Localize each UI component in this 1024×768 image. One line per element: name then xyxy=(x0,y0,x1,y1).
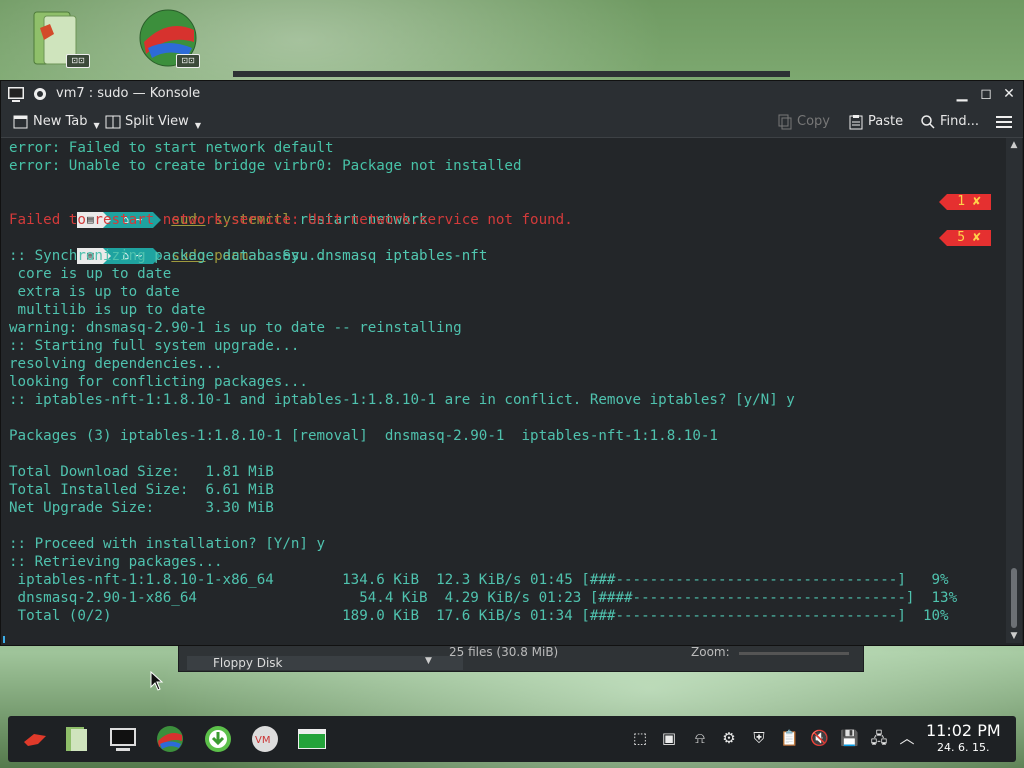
terminal-app-icon[interactable] xyxy=(7,85,25,103)
linked-badge-icon: ⊡⊡ xyxy=(176,54,200,68)
chevron-down-icon[interactable]: ▼ xyxy=(425,656,432,666)
find-button[interactable]: Find... xyxy=(920,113,979,131)
taskbar-konsole-icon[interactable] xyxy=(108,724,138,754)
volume-muted-icon[interactable]: 🔇 xyxy=(810,729,829,747)
terminal-line: resolving dependencies... xyxy=(9,356,223,372)
virtual-machine-manager-icon[interactable]: VM xyxy=(250,724,280,754)
progress-line: dnsmasq-2.90-1-x86_64 54.4 KiB 4.29 KiB/… xyxy=(9,590,958,606)
terminal-line: error: Unable to create bridge virbr0: P… xyxy=(9,158,522,174)
close-icon[interactable]: ✕ xyxy=(1000,85,1018,103)
split-view-button[interactable]: Split View ▼ xyxy=(105,113,201,131)
clock-time[interactable]: 11:02 PM xyxy=(926,721,1001,740)
new-tab-label: New Tab xyxy=(33,114,88,129)
terminal-line: Total Download Size: 1.81 MiB xyxy=(9,464,274,480)
clipboard-icon[interactable]: 📋 xyxy=(780,729,799,747)
terminal-scrollbar[interactable]: ▲ ▼ xyxy=(1006,138,1022,643)
clock-date[interactable]: 24. 6. 15. xyxy=(937,741,989,754)
terminal-line: Total Installed Size: 6.61 MiB xyxy=(9,482,274,498)
new-tab-icon xyxy=(13,115,28,129)
show-desktop-icon[interactable]: ⬚ xyxy=(631,729,649,747)
svg-text:VM: VM xyxy=(255,735,270,746)
paste-icon xyxy=(849,115,863,130)
scroll-down-icon[interactable]: ▼ xyxy=(1006,629,1022,643)
network-icon[interactable]: 🖧 xyxy=(870,729,888,747)
terminal-line: :: Retrieving packages... xyxy=(9,554,223,570)
terminal-line: :: Starting full system upgrade... xyxy=(9,338,300,354)
taskbar: VM ⬚ ▣ ⍾ ⚙ ⛨ 📋 🔇 💾 🖧 ︿ 11:02 PM 24. 6. 1… xyxy=(8,716,1016,762)
split-view-icon xyxy=(105,115,121,129)
exit-status-badge: 5 ✘ xyxy=(939,230,991,246)
progress-line: iptables-nft-1:1.8.10-1-x86_64 134.6 KiB… xyxy=(9,572,949,588)
paste-button[interactable]: Paste xyxy=(848,113,903,131)
terminal-line: warning: dnsmasq-2.90-1 is up to date --… xyxy=(9,320,462,336)
paste-label: Paste xyxy=(868,114,904,129)
terminal-line: Failed to restart network.service: Unit … xyxy=(9,212,573,228)
taskbar-file-manager-icon[interactable] xyxy=(62,724,92,754)
green-window-icon[interactable] xyxy=(297,724,327,754)
terminal-line: :: iptables-nft-1:1.8.10-1 and iptables-… xyxy=(9,392,795,408)
terminal-line: core is up to date xyxy=(9,266,172,282)
selection-marker xyxy=(3,636,5,643)
notifications-icon[interactable]: ⍾ xyxy=(691,729,709,747)
desktop-file-manager-icon[interactable]: ⊡⊡ xyxy=(28,8,90,70)
maximize-icon[interactable]: ◻ xyxy=(977,85,995,103)
konsole-window[interactable]: vm7 : sudo — Konsole ▁ ◻ ✕ New Tab ▼ Spl… xyxy=(0,80,1024,646)
drive-label: Floppy Disk xyxy=(213,656,283,670)
copy-label: Copy xyxy=(797,114,830,129)
background-window-edge xyxy=(233,71,790,77)
linked-badge-icon: ⊡⊡ xyxy=(66,54,90,68)
device-notifier-icon[interactable]: ▣ xyxy=(660,729,678,747)
security-shield-icon[interactable]: ⛨ xyxy=(750,729,768,747)
scroll-up-icon[interactable]: ▲ xyxy=(1006,138,1022,152)
kde-connect-icon[interactable]: ⚙ xyxy=(720,729,738,747)
copy-button[interactable]: Copy xyxy=(777,113,830,131)
minimize-icon[interactable]: ▁ xyxy=(953,85,971,103)
terminal-line: multilib is up to date xyxy=(9,302,206,318)
find-label: Find... xyxy=(940,114,980,129)
disk-save-icon[interactable]: 💾 xyxy=(840,729,859,747)
prompt-line: ▤ ⌂ ~ sudo systemctl restart network 1 ✘ xyxy=(9,193,999,228)
toolbar: New Tab ▼ Split View ▼ Copy Paste Find..… xyxy=(1,107,1023,138)
download-manager-icon[interactable] xyxy=(203,724,233,754)
terminal-line: Packages (3) iptables-1:1.8.10-1 [remova… xyxy=(9,428,718,444)
app-launcher-icon[interactable] xyxy=(20,724,50,754)
search-icon xyxy=(921,115,935,129)
terminal-line: :: Synchronizing package databases... xyxy=(9,248,326,264)
terminal-line: extra is up to date xyxy=(9,284,180,300)
prompt-line: ▤ ⌂ ~ sudo pacman -Syu dnsmasq iptables-n… xyxy=(9,229,999,264)
hamburger-menu-button[interactable] xyxy=(995,113,1013,131)
chevron-down-icon: ▼ xyxy=(93,121,100,130)
hamburger-menu-icon xyxy=(996,116,1012,128)
title-bar[interactable]: vm7 : sudo — Konsole ▁ ◻ ✕ xyxy=(1,81,1023,107)
terminal-line: error: Failed to start network default xyxy=(9,140,334,156)
zoom-label: Zoom: xyxy=(691,645,730,659)
window-title: vm7 : sudo — Konsole xyxy=(56,86,201,101)
terminal-output[interactable]: error: Failed to start network default e… xyxy=(1,138,1004,643)
progress-line: Total (0/2) 189.0 KiB 17.6 KiB/s 01:34 [… xyxy=(9,608,949,624)
zoom-slider[interactable] xyxy=(739,652,849,655)
split-view-label: Split View xyxy=(125,114,189,129)
mouse-cursor-icon xyxy=(150,671,164,691)
terminal-line: looking for conflicting packages... xyxy=(9,374,308,390)
copy-icon xyxy=(778,114,792,130)
file-count: 25 files (30.8 MiB) xyxy=(449,645,559,659)
exit-status-badge: 1 ✘ xyxy=(939,194,991,210)
desktop-browser-icon[interactable]: ⊡⊡ xyxy=(138,8,200,70)
chevron-up-icon[interactable]: ︿ xyxy=(898,729,916,747)
scrollbar-thumb[interactable] xyxy=(1011,568,1017,628)
chevron-down-icon: ▼ xyxy=(194,121,201,130)
drive-selector[interactable]: Floppy Disk xyxy=(187,656,463,670)
terminal-line: :: Proceed with installation? [Y/n] y xyxy=(9,536,326,552)
pin-icon[interactable] xyxy=(31,85,49,103)
terminal-line: Net Upgrade Size: 3.30 MiB xyxy=(9,500,274,516)
taskbar-browser-icon[interactable] xyxy=(155,724,185,754)
new-tab-button[interactable]: New Tab ▼ xyxy=(13,113,100,131)
